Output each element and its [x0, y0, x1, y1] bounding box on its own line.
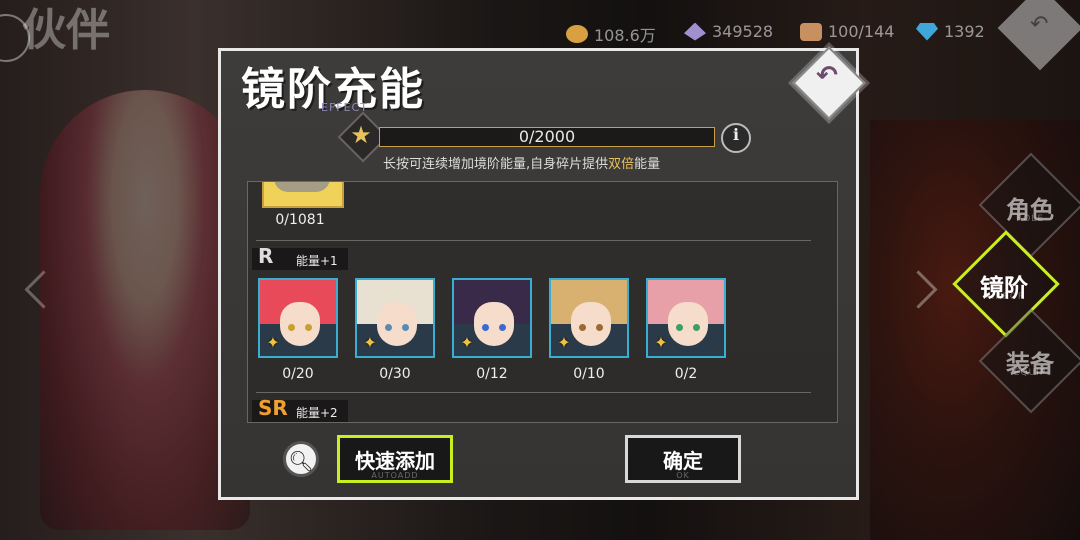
info-button[interactable]: i — [721, 123, 751, 153]
fragment-count: 0/20 — [282, 366, 314, 382]
confirm-sublabel: OK — [676, 471, 690, 480]
rarity-header-sr: SR 能量+2 — [252, 396, 348, 422]
star-icon: ★ — [350, 121, 372, 149]
page-title-text: 伙伴 — [22, 5, 110, 56]
fragment-card-partial[interactable] — [262, 182, 344, 208]
quick-add-button[interactable]: 快速添加 AUTOADD — [337, 435, 453, 483]
tab-role-sublabel: ROLE — [1015, 214, 1045, 224]
energy-per-fragment: 能量+1 — [296, 254, 338, 268]
energy-progress-text: 0/2000 — [518, 127, 576, 146]
fragment-icon: ✦ — [557, 333, 571, 352]
resource-diamond: 1392 — [916, 22, 985, 41]
divider — [256, 392, 811, 393]
portrait-face — [280, 302, 320, 346]
dialog-close-button[interactable]: ↶ — [792, 46, 866, 120]
tab-mirror-sublabel: MIRROR — [982, 292, 1026, 302]
rarity-header-r: R 能量+1 — [252, 244, 348, 270]
portrait-face — [571, 302, 611, 346]
portrait-eye — [402, 324, 409, 331]
quick-add-label: 快速添加 — [355, 449, 435, 473]
quick-add-sublabel: AUTOADD — [371, 471, 419, 480]
divider — [256, 240, 811, 241]
fragment-count: 0/10 — [573, 366, 605, 382]
fragment-icon: ✦ — [363, 333, 377, 352]
portrait-eye — [482, 324, 489, 331]
fragment-icon: ✦ — [654, 333, 668, 352]
portrait-eye — [693, 324, 700, 331]
fragment-card[interactable]: ✦ — [355, 278, 435, 358]
back-icon: ↶ — [1030, 12, 1049, 37]
portrait-eye — [596, 324, 603, 331]
resource-gold: 108.6万 — [566, 22, 656, 46]
search-icon: 🔍︎ — [288, 449, 314, 473]
star-badge: ★ — [337, 111, 389, 163]
portrait-face — [377, 302, 417, 346]
portrait-eye — [305, 324, 312, 331]
fragment-count: 0/1081 — [275, 212, 325, 228]
fragment-card[interactable]: ✦ — [549, 278, 629, 358]
diamond-icon — [916, 22, 938, 41]
energy-progress-bar: 0/2000 — [379, 127, 715, 147]
chest-icon — [800, 22, 822, 41]
portrait-face — [474, 302, 514, 346]
fragment-count: 0/30 — [379, 366, 411, 382]
fragment-card[interactable]: ✦ — [258, 278, 338, 358]
energy-hint: 长按可连续增加境阶能量,自身碎片提供双倍能量 — [383, 153, 660, 172]
rarity-badge: R — [258, 244, 274, 268]
fragment-count: 0/12 — [476, 366, 508, 382]
resource-gold-value: 108.6万 — [594, 26, 656, 45]
portrait-eye — [288, 324, 295, 331]
resource-crystal: 349528 — [684, 22, 773, 41]
resource-diamond-value: 1392 — [944, 22, 985, 41]
confirm-button[interactable]: 确定 OK — [625, 435, 741, 483]
confirm-label: 确定 — [663, 449, 703, 473]
fragment-count: 0/2 — [674, 366, 698, 382]
fragment-icon: ✦ — [460, 333, 474, 352]
crystal-icon — [684, 22, 706, 41]
hint-text: 长按可连续增加境阶能量,自身碎片提供 — [383, 157, 609, 172]
search-button[interactable]: 🔍︎ — [283, 441, 319, 477]
rarity-badge: SR — [258, 396, 288, 420]
hint-text-suffix: 能量 — [634, 157, 661, 172]
gold-coin-icon — [566, 25, 588, 43]
fragment-icon: ✦ — [266, 333, 280, 352]
portrait-eye — [499, 324, 506, 331]
charge-dialog: 镜阶充能 EFFECT ↶ ★ 0/2000 i 长按可连续增加境阶能量,自身碎… — [218, 46, 866, 500]
portrait-eye — [385, 324, 392, 331]
fragment-list[interactable]: 0/1081 R 能量+1 ✦ 0/20 ✦ 0/30 ✦ 0/12 ✦ 0/10 ✦ 0/2 S… — [247, 181, 838, 423]
resource-crystal-value: 349528 — [712, 22, 774, 41]
portrait-eye — [676, 324, 683, 331]
hint-highlight: 双倍 — [608, 157, 635, 172]
portrait-face — [668, 302, 708, 346]
resource-chest: 100/144 — [800, 22, 894, 41]
energy-per-fragment: 能量+2 — [296, 406, 338, 420]
portrait-eye — [579, 324, 586, 331]
fragment-card[interactable]: ✦ — [646, 278, 726, 358]
tab-equip-sublabel: EQUIP — [1013, 368, 1047, 378]
fragment-card[interactable]: ✦ — [452, 278, 532, 358]
resource-chest-value: 100/144 — [828, 22, 895, 41]
return-icon: ↶ — [816, 61, 838, 91]
